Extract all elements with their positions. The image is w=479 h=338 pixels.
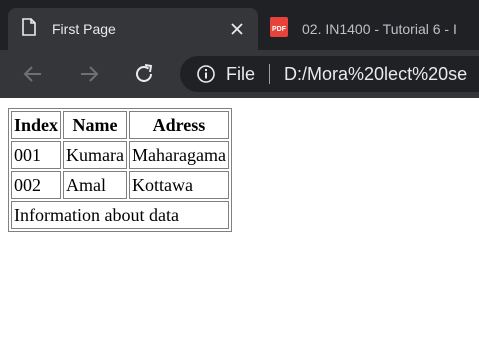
page-content: Index Name Adress 001 Kumara Maharagama … [8, 108, 232, 232]
reload-icon[interactable] [132, 62, 156, 86]
data-table: Index Name Adress 001 Kumara Maharagama … [8, 108, 232, 232]
table-header-row: Index Name Adress [11, 111, 229, 139]
toolbar: File D:/Mora%20lect%20se [0, 50, 479, 98]
scheme-label: File [226, 63, 256, 84]
close-icon[interactable] [228, 20, 246, 38]
url-text[interactable]: D:/Mora%20lect%20se [284, 64, 467, 85]
cell-adress: Kottawa [129, 171, 229, 199]
forward-arrow-icon[interactable] [77, 62, 101, 86]
cell-name: Amal [63, 171, 127, 199]
cell-index: 002 [11, 171, 62, 199]
table-row: 002 Amal Kottawa [11, 171, 229, 199]
header-adress: Adress [129, 111, 229, 139]
table-row: 001 Kumara Maharagama [11, 141, 229, 169]
header-name: Name [63, 111, 127, 139]
tab-pdf[interactable]: PDF 02. IN1400 - Tutorial 6 - I [262, 8, 479, 50]
tab-first-page[interactable]: First Page [8, 8, 258, 50]
cell-index: 001 [11, 141, 62, 169]
address-divider [269, 64, 271, 84]
tab-strip: First Page PDF 02. IN1400 - Tutorial 6 -… [0, 0, 479, 50]
pdf-icon: PDF [270, 17, 288, 41]
tab-title: First Page [52, 21, 116, 37]
cell-adress: Maharagama [129, 141, 229, 169]
table-footer: Information about data [11, 201, 229, 229]
table-footer-row: Information about data [11, 201, 229, 229]
cell-name: Kumara [63, 141, 127, 169]
svg-text:PDF: PDF [272, 26, 287, 33]
info-icon[interactable] [196, 64, 216, 84]
header-index: Index [11, 111, 62, 139]
back-arrow-icon[interactable] [21, 62, 45, 86]
tab-fade [462, 8, 479, 50]
address-bar[interactable]: File D:/Mora%20lect%20se [180, 56, 479, 92]
document-icon [22, 18, 36, 40]
tab-title: 02. IN1400 - Tutorial 6 - I [302, 21, 457, 37]
